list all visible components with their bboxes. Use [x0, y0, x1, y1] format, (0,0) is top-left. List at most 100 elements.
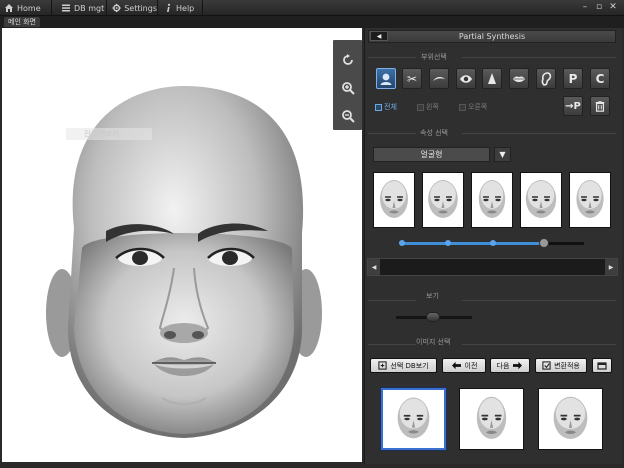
slider-tick: [444, 240, 451, 246]
part-eyebrow-button[interactable]: [429, 68, 449, 89]
apply-to-p-button[interactable]: →P: [563, 96, 583, 116]
divider: [368, 57, 416, 58]
view-slider[interactable]: [396, 312, 472, 322]
scissors-icon: ✂: [406, 71, 418, 86]
part-ear-button[interactable]: [536, 68, 556, 89]
face-part-icon: [380, 73, 392, 85]
attribute-select[interactable]: 얼굴형: [373, 147, 490, 162]
zoom-in-button[interactable]: [340, 80, 356, 96]
p-label: P: [568, 71, 578, 86]
close-button[interactable]: ✕: [608, 2, 618, 12]
window-icon: [597, 361, 607, 370]
home-icon: [5, 4, 13, 12]
view-selected-db-button[interactable]: 선택 DB보기: [370, 358, 437, 373]
slider-handle[interactable]: [538, 238, 549, 248]
minimize-icon: –: [582, 2, 588, 12]
arrow-left-icon: [451, 361, 461, 370]
divider: [462, 57, 616, 58]
previous-label: 이전: [464, 361, 478, 370]
attribute-thumbnail[interactable]: [569, 172, 611, 228]
result-image[interactable]: [459, 388, 524, 450]
delete-button[interactable]: [590, 96, 610, 116]
rotate-button[interactable]: [340, 52, 356, 68]
check-left-label: 왼쪽: [426, 103, 439, 111]
check-right-label: 오른쪽: [468, 103, 488, 111]
slider-tick: [490, 240, 496, 246]
trash-icon: [595, 101, 605, 112]
result-image[interactable]: [381, 388, 446, 450]
part-c-button[interactable]: C: [590, 68, 610, 89]
nav-db-mgt-label: DB mgt: [74, 3, 105, 13]
attribute-thumbnail[interactable]: [373, 172, 415, 228]
ear-icon: [541, 71, 552, 86]
part-hair-button[interactable]: ✂: [402, 68, 422, 89]
apply-p-icon: →P: [565, 100, 581, 112]
list-icon: [62, 4, 70, 12]
attribute-thumbnail[interactable]: [520, 172, 562, 228]
rotate-icon: [343, 54, 353, 65]
face-canvas[interactable]: 전 화면보기: [2, 28, 362, 462]
eyebrow-icon: [433, 76, 445, 81]
nav-settings[interactable]: Settings: [108, 0, 158, 16]
application-window: Home DB mgt Settings Help – ▫ ✕ 메인 화면 전 …: [0, 0, 624, 468]
nav-db-mgt[interactable]: DB mgt: [57, 0, 107, 16]
part-nose-button[interactable]: [482, 68, 502, 89]
thumbnail-scrollbar[interactable]: ◀ ▶: [367, 258, 618, 276]
previous-button[interactable]: 이전: [442, 358, 486, 373]
db-view-icon: [378, 361, 388, 370]
subtab-bar: [0, 16, 624, 28]
nav-home[interactable]: Home: [0, 0, 52, 16]
canvas-toolbar: [333, 40, 362, 130]
restore-button[interactable]: ▫: [594, 2, 604, 12]
eye-icon: [460, 74, 472, 83]
lips-icon: [513, 76, 525, 82]
minimize-button[interactable]: –: [580, 2, 590, 12]
composite-face-image: [46, 86, 322, 438]
view-section-label: 보기: [426, 292, 439, 300]
scroll-left-button[interactable]: ◀: [368, 259, 380, 275]
chevron-down-icon: ▼: [499, 150, 506, 159]
part-section-label: 부위선택: [421, 53, 447, 61]
collapse-panel-button[interactable]: ◀: [370, 31, 388, 41]
image-section-label: 이미지 선택: [416, 338, 451, 346]
tab-main-screen[interactable]: 메인 화면: [4, 17, 40, 27]
close-icon: ✕: [609, 2, 617, 12]
next-label: 다음: [496, 361, 510, 370]
check-all-label: 전체: [384, 103, 397, 111]
divider: [368, 344, 416, 345]
restore-icon: ▫: [595, 2, 603, 12]
result-image[interactable]: [538, 388, 603, 450]
next-button[interactable]: 다음: [490, 358, 530, 373]
nav-help[interactable]: Help: [159, 0, 203, 16]
nav-settings-label: Settings: [124, 3, 157, 13]
part-lips-button[interactable]: [509, 68, 529, 89]
arrow-left-icon: ◀: [376, 32, 382, 40]
apply-transform-button[interactable]: 변환적용: [535, 358, 587, 373]
part-face-button[interactable]: [376, 68, 396, 89]
part-eye-button[interactable]: [456, 68, 476, 89]
apply-icon: [542, 361, 551, 370]
scroll-right-button[interactable]: ▶: [605, 259, 617, 275]
check-all[interactable]: 전체: [375, 102, 397, 112]
fullscreen-hint: 전 화면보기: [66, 128, 152, 140]
check-right[interactable]: 오른쪽: [459, 102, 487, 112]
view-slider-handle[interactable]: [426, 312, 440, 322]
attribute-thumbnail[interactable]: [422, 172, 464, 228]
zoom-in-icon: [342, 82, 355, 95]
check-left[interactable]: 왼쪽: [417, 102, 439, 112]
attribute-dropdown-button[interactable]: ▼: [494, 147, 511, 162]
divider: [462, 344, 616, 345]
part-p-button[interactable]: P: [563, 68, 583, 89]
info-icon: [167, 3, 171, 12]
zoom-out-button[interactable]: [340, 108, 356, 124]
nose-icon: [488, 72, 496, 84]
attribute-thumbnail[interactable]: [471, 172, 513, 228]
checkbox-icon: [459, 103, 466, 111]
zoom-out-icon: [342, 110, 355, 123]
panel-title: Partial Synthesis: [368, 30, 616, 43]
divider: [462, 133, 616, 134]
divider: [368, 133, 416, 134]
apply-transform-label: 변환적용: [554, 361, 580, 370]
window-button[interactable]: [592, 358, 612, 373]
attribute-slider[interactable]: [399, 238, 584, 248]
